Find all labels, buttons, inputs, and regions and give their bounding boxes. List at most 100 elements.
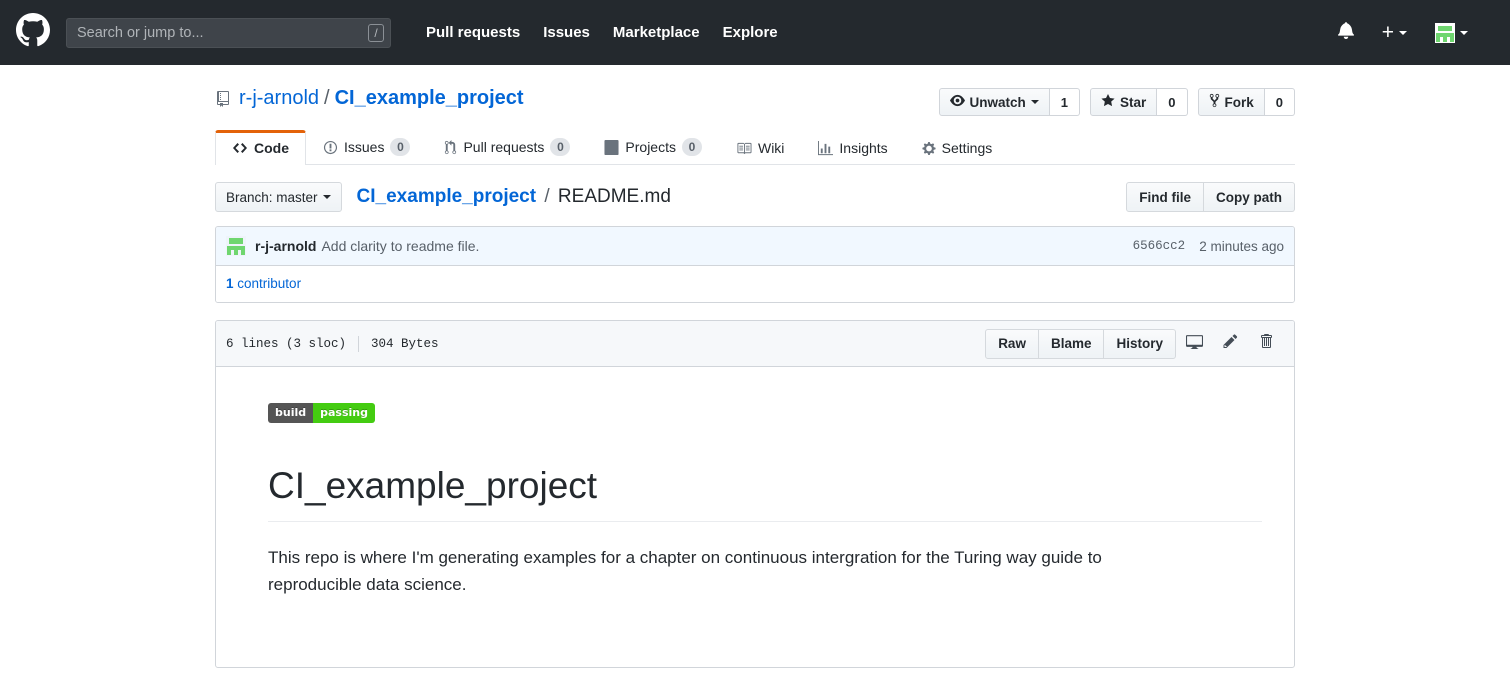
repo-name-link[interactable]: CI_example_project [335, 87, 524, 110]
commit-timestamp: 2 minutes ago [1199, 239, 1284, 254]
file-button-group: Raw Blame History [985, 329, 1176, 359]
tab-wiki[interactable]: Wiki [719, 130, 801, 165]
nav-explore[interactable]: Explore [723, 24, 778, 41]
contributors-link[interactable]: 1 contributor [226, 276, 301, 291]
tab-pull-requests[interactable]: Pull requests 0 [427, 128, 587, 165]
commit-sha[interactable]: 6566cc2 [1133, 239, 1186, 253]
star-button-group: Star 0 [1090, 88, 1188, 116]
file-meta: 6 lines (3 sloc) 304 Bytes [226, 336, 439, 352]
caret-down-icon [323, 195, 331, 199]
issue-opened-icon [323, 140, 338, 155]
file-navigation: Branch: master CI_example_project / READ… [215, 182, 1295, 212]
user-avatar-identicon [1435, 23, 1455, 43]
fork-button[interactable]: Fork [1198, 88, 1265, 116]
user-menu-button[interactable] [1421, 23, 1482, 43]
delete-file-button[interactable] [1248, 330, 1284, 358]
meta-divider [358, 336, 359, 352]
github-logo[interactable] [16, 16, 50, 50]
fork-button-group: Fork 0 [1198, 88, 1296, 116]
caret-down-icon [1399, 31, 1407, 35]
bell-icon [1338, 21, 1354, 44]
repo-breadcrumb: r-j-arnold / CI_example_project [215, 87, 524, 110]
latest-commit-box: r-j-arnold Add clarity to readme file. 6… [215, 226, 1295, 303]
repo-book-icon [215, 91, 231, 107]
unwatch-button[interactable]: Unwatch [939, 88, 1050, 116]
tab-projects[interactable]: Projects 0 [587, 128, 719, 165]
tab-settings[interactable]: Settings [905, 130, 1010, 165]
repo-breadcrumb-separator: / [324, 87, 330, 110]
graph-icon [818, 141, 833, 156]
edit-file-button[interactable] [1212, 330, 1248, 358]
breadcrumb-separator: / [544, 186, 549, 207]
tab-insights[interactable]: Insights [801, 130, 904, 165]
nav-marketplace[interactable]: Marketplace [613, 24, 700, 41]
badge-label: build [268, 403, 313, 423]
star-button[interactable]: Star [1090, 88, 1157, 116]
tab-code-label: Code [254, 140, 289, 156]
file-breadcrumb: CI_example_project / README.md [357, 186, 671, 208]
global-header: / Pull requests Issues Marketplace Explo… [0, 0, 1510, 65]
book-icon [736, 141, 752, 156]
file-header: 6 lines (3 sloc) 304 Bytes Raw Blame His… [216, 321, 1294, 367]
forks-count[interactable]: 0 [1265, 88, 1295, 116]
repo-actions: Unwatch 1 Star 0 [939, 87, 1296, 116]
create-new-button[interactable]: + [1368, 22, 1421, 43]
file-actions: Raw Blame History [985, 329, 1284, 359]
notifications-button[interactable] [1324, 21, 1368, 44]
repo-header: r-j-arnold / CI_example_project Unwatch … [215, 65, 1295, 116]
copy-path-button[interactable]: Copy path [1204, 182, 1295, 212]
stargazers-count[interactable]: 0 [1157, 88, 1187, 116]
file-size: 304 Bytes [371, 337, 439, 351]
open-in-desktop-button[interactable] [1176, 330, 1212, 358]
search-input[interactable] [66, 18, 391, 48]
commit-row: r-j-arnold Add clarity to readme file. 6… [216, 227, 1294, 266]
caret-down-icon [1031, 100, 1039, 104]
tab-insights-label: Insights [839, 140, 887, 156]
tab-code[interactable]: Code [215, 130, 306, 165]
fork-label: Fork [1225, 95, 1254, 110]
fork-icon [1209, 93, 1225, 111]
branch-button-label: Branch: master [226, 190, 318, 205]
github-mark-icon [16, 13, 50, 52]
star-icon [1101, 93, 1120, 111]
repo-owner-link[interactable]: r-j-arnold [239, 87, 319, 110]
file-nav-actions: Find file Copy path [1126, 182, 1295, 212]
project-board-icon [604, 140, 619, 155]
nav-issues[interactable]: Issues [543, 24, 590, 41]
contributors-count: 1 [226, 276, 234, 291]
search-shortcut-badge: / [368, 24, 384, 42]
badge-status: passing [313, 403, 375, 423]
tab-issues[interactable]: Issues 0 [306, 128, 427, 165]
pull-requests-count: 0 [550, 138, 570, 156]
tab-projects-label: Projects [625, 139, 676, 155]
commit-message[interactable]: Add clarity to readme file. [321, 238, 479, 254]
branch-select-button[interactable]: Branch: master [215, 182, 342, 212]
readme-paragraph: This repo is where I'm generating exampl… [268, 544, 1148, 598]
find-file-button[interactable]: Find file [1126, 182, 1204, 212]
git-pull-request-icon [444, 140, 457, 155]
nav-pull-requests[interactable]: Pull requests [426, 24, 520, 41]
pencil-icon [1223, 333, 1238, 354]
tab-issues-label: Issues [344, 139, 384, 155]
plus-icon: + [1382, 22, 1394, 43]
breadcrumb-repo-link[interactable]: CI_example_project [357, 186, 537, 207]
readme-content: build passing CI_example_project This re… [216, 367, 1294, 667]
watch-button-group: Unwatch 1 [939, 88, 1081, 116]
file-line-count: 6 lines (3 sloc) [226, 337, 346, 351]
raw-button[interactable]: Raw [985, 329, 1039, 359]
gear-icon [922, 141, 936, 156]
search-container: / [66, 18, 391, 48]
repo-page: r-j-arnold / CI_example_project Unwatch … [215, 65, 1295, 668]
tab-settings-label: Settings [942, 140, 993, 156]
build-status-badge[interactable]: build passing [268, 403, 375, 423]
file-content-box: 6 lines (3 sloc) 304 Bytes Raw Blame His… [215, 320, 1295, 668]
commit-author-link[interactable]: r-j-arnold [255, 238, 316, 254]
star-label: Star [1120, 95, 1146, 110]
caret-down-icon [1460, 31, 1468, 35]
watchers-count[interactable]: 1 [1050, 88, 1080, 116]
tab-wiki-label: Wiki [758, 140, 784, 156]
code-icon [232, 140, 248, 156]
blame-button[interactable]: Blame [1039, 329, 1105, 359]
history-button[interactable]: History [1104, 329, 1176, 359]
contributors-label: contributor [237, 276, 301, 291]
